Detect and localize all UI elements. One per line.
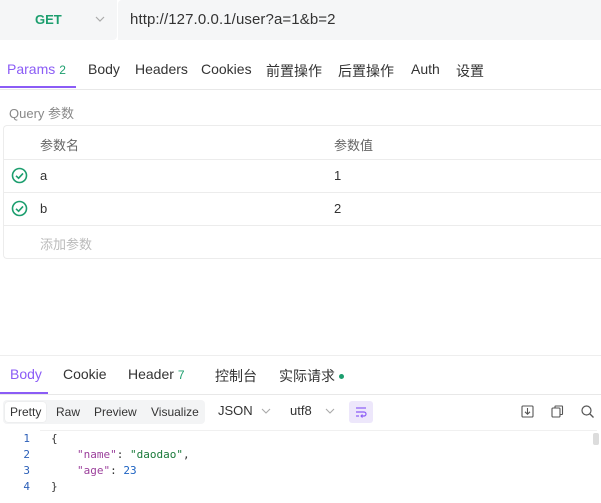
chevron-down-icon (95, 16, 105, 22)
line-number: 4 (23, 480, 30, 493)
tab-settings[interactable]: 设置 (456, 61, 484, 81)
params-count-badge: 2 (59, 63, 66, 77)
response-tab-body[interactable]: Body (10, 366, 42, 382)
method-selector[interactable]: GET (0, 0, 117, 40)
code-line: "name": "daodao", (77, 448, 190, 461)
response-tabs: Body Cookie Header 7 控制台 实际请求 (0, 356, 601, 395)
wrap-lines-button[interactable] (349, 401, 373, 423)
active-tab-indicator (0, 392, 48, 394)
response-toolbar: Pretty Raw Preview Visualize JSON utf8 (0, 398, 601, 428)
encoding-select[interactable]: utf8 (290, 403, 312, 418)
format-raw[interactable]: Raw (51, 402, 85, 422)
json-string-value: "daodao" (130, 448, 183, 461)
format-pretty[interactable]: Pretty (5, 402, 47, 422)
json-number-value: 23 (123, 464, 137, 477)
column-header-name: 参数名 (40, 138, 80, 153)
scrollbar-thumb[interactable] (593, 433, 599, 445)
json-close-brace: } (51, 480, 58, 493)
tab-params-label: Params (7, 61, 56, 77)
param-name[interactable]: a (40, 168, 47, 183)
line-number: 2 (23, 448, 30, 461)
add-param-row[interactable]: 添加参数 (4, 225, 601, 258)
url-bar: GET http://127.0.0.1/user?a=1&b=2 (0, 0, 601, 40)
add-param-placeholder[interactable]: 添加参数 (40, 234, 92, 253)
response-tab-actual-request-label: 实际请求 (279, 368, 335, 384)
request-tabs: Params 2 Body Headers Cookies 前置操作 后置操作 A… (0, 52, 601, 90)
search-icon[interactable] (580, 404, 595, 419)
language-select[interactable]: JSON (218, 403, 253, 418)
active-tab-indicator (0, 86, 76, 88)
code-line: } (51, 480, 58, 493)
code-line: { (51, 432, 58, 445)
check-circle-icon[interactable] (11, 167, 28, 184)
tab-headers[interactable]: Headers (135, 61, 188, 77)
code-line: "age": 23 (77, 464, 137, 477)
response-tab-header[interactable]: Header 7 (128, 366, 185, 382)
tab-cookies[interactable]: Cookies (201, 61, 252, 77)
table-row: a 1 (4, 159, 601, 193)
status-dot (339, 373, 344, 379)
json-key: "age" (77, 464, 111, 477)
url-text: http://127.0.0.1/user?a=1&b=2 (130, 11, 336, 28)
wrap-lines-icon (356, 407, 367, 418)
column-header-value: 参数值 (334, 138, 374, 153)
method-label: GET (35, 12, 62, 27)
line-number: 1 (23, 432, 30, 445)
tab-post-processors[interactable]: 后置操作 (338, 61, 394, 81)
param-name[interactable]: b (40, 201, 47, 216)
format-switcher: Pretty Raw Preview Visualize (3, 400, 205, 424)
param-value[interactable]: 2 (334, 201, 341, 216)
tab-auth[interactable]: Auth (411, 61, 440, 77)
query-params-table: 参数名 参数值 a 1 b 2 添加参数 (3, 125, 601, 259)
check-circle-icon[interactable] (11, 200, 28, 217)
response-tab-console[interactable]: 控制台 (215, 366, 257, 386)
response-tab-header-label: Header (128, 366, 174, 382)
table-row: b 2 (4, 192, 601, 226)
json-open-brace: { (51, 432, 58, 445)
format-preview[interactable]: Preview (89, 402, 142, 422)
chevron-down-icon (325, 408, 335, 414)
header-count-badge: 7 (177, 368, 185, 382)
json-comma: , (182, 448, 190, 461)
response-body-editor[interactable]: 1 2 3 4 { "name": "daodao", "age": 23 } (0, 430, 601, 503)
line-number: 3 (23, 464, 30, 477)
tab-pre-processors[interactable]: 前置操作 (266, 61, 322, 81)
download-icon[interactable] (520, 404, 535, 419)
tab-params[interactable]: Params 2 (7, 61, 66, 77)
tab-body[interactable]: Body (88, 61, 120, 77)
response-tab-cookie[interactable]: Cookie (63, 366, 107, 382)
chevron-down-icon (261, 408, 271, 414)
json-key: "name" (77, 448, 117, 461)
query-section-label: Query 参数 (9, 106, 75, 121)
response-tab-actual-request[interactable]: 实际请求 (279, 366, 344, 386)
copy-icon[interactable] (550, 404, 565, 419)
table-header-row: 参数名 参数值 (4, 126, 601, 160)
url-input[interactable]: http://127.0.0.1/user?a=1&b=2 (118, 0, 601, 40)
format-visualize[interactable]: Visualize (146, 402, 204, 422)
param-value[interactable]: 1 (334, 168, 341, 183)
